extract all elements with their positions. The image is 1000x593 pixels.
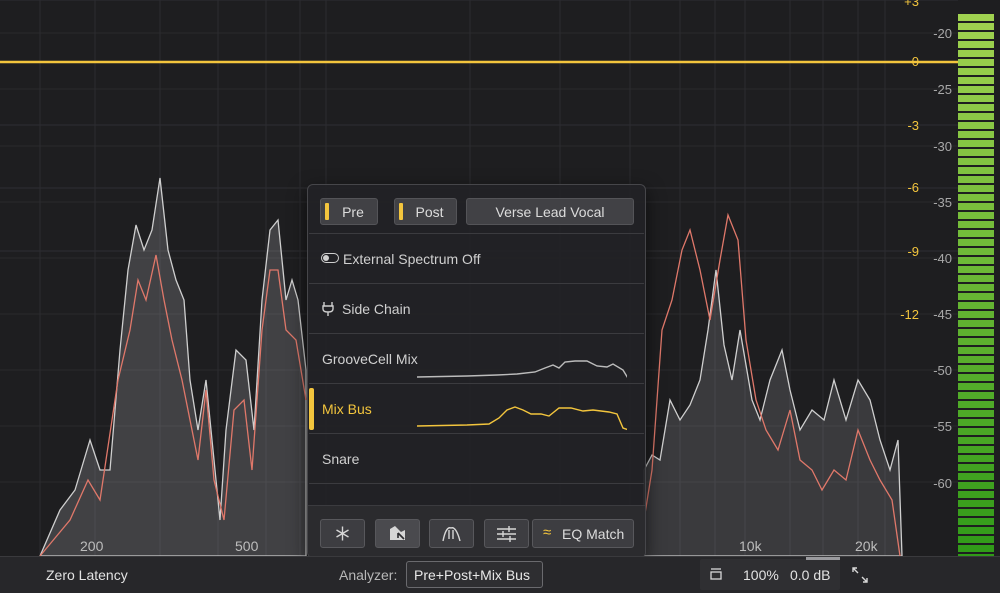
db-label-25: -25 [933, 82, 952, 97]
spectrum-grab-button[interactable] [375, 519, 420, 548]
zero-latency-mode[interactable]: Zero Latency [46, 567, 128, 583]
gain-label-minus6: -6 [907, 180, 919, 195]
bottom-status-bar: Zero Latency Analyzer: Pre+Post+Mix Bus … [0, 556, 1000, 593]
external-spectrum-label: External Spectrum Off [343, 251, 481, 267]
fullscreen-icon[interactable] [851, 566, 869, 584]
side-chain-plug-icon [322, 302, 334, 316]
source-label: Mix Bus [322, 401, 372, 417]
source-item-groovecell-mix[interactable]: GrooveCell Mix [309, 333, 644, 383]
instance-name-label: Verse Lead Vocal [495, 204, 605, 220]
zoom-level[interactable]: 100% [743, 567, 779, 583]
eq-match-icon: ≈ [543, 524, 552, 541]
bottom-right-controls: 100% 0.0 dB [700, 559, 840, 590]
instance-name-field[interactable]: Verse Lead Vocal [466, 198, 634, 225]
freq-label-10k: 10k [739, 538, 762, 554]
analyzer-display[interactable]: 200 500 10k 20k +3 0 -3 -6 -9 -12 -20 -2… [0, 0, 1000, 593]
eq-match-button[interactable]: ≈ EQ Match [532, 519, 634, 548]
source-spectrum-thumbnail [417, 406, 627, 431]
source-item-mix-bus[interactable]: Mix Bus [309, 383, 644, 433]
output-gain[interactable]: 0.0 dB [790, 567, 830, 583]
source-label: GrooveCell Mix [322, 351, 418, 367]
selected-indicator [309, 388, 314, 430]
pre-button[interactable]: Pre [320, 198, 378, 225]
external-spectrum-toggle[interactable]: External Spectrum Off [309, 233, 644, 283]
side-chain-row[interactable]: Side Chain [309, 283, 644, 333]
gain-scale-slider[interactable] [806, 557, 840, 560]
settings-button[interactable] [484, 519, 529, 548]
gain-label-minus12: -12 [900, 307, 919, 322]
gain-label-minus3: -3 [907, 118, 919, 133]
side-chain-label: Side Chain [342, 301, 411, 317]
freq-label-200: 200 [80, 538, 104, 554]
post-label: Post [415, 204, 444, 220]
pre-label: Pre [342, 204, 364, 220]
source-label: Snare [322, 451, 360, 467]
spectrum-grab-icon [390, 526, 405, 540]
post-active-lamp [399, 203, 403, 220]
db-label-55: -55 [933, 419, 952, 434]
collision-icon [442, 527, 461, 542]
db-label-20: -20 [933, 26, 952, 41]
spectrum-grab-panel: Pre Post Verse Lead Vocal External Spect… [307, 184, 646, 558]
settings-sliders-icon [497, 526, 516, 542]
source-spectrum-thumbnail [417, 360, 627, 379]
gain-label-plus3: +3 [904, 0, 919, 9]
collision-detection-button[interactable] [429, 519, 474, 548]
midi-learn-icon[interactable] [710, 568, 722, 580]
pre-active-lamp [325, 203, 329, 220]
freeze-icon [336, 526, 349, 541]
db-label-60: -60 [933, 476, 952, 491]
db-label-40: -40 [933, 251, 952, 266]
db-label-35: -35 [933, 195, 952, 210]
freq-label-500: 500 [235, 538, 259, 554]
freq-label-20k: 20k [855, 538, 878, 554]
eq-match-label: EQ Match [562, 526, 625, 542]
analyzer-label: Analyzer: [339, 567, 398, 583]
output-level-meter [958, 14, 994, 586]
db-label-30: -30 [933, 139, 952, 154]
panel-spacer [309, 483, 644, 505]
post-button[interactable]: Post [394, 198, 457, 225]
freeze-button[interactable] [320, 519, 365, 548]
toggle-icon [321, 253, 339, 263]
analyzer-mode-value: Pre+Post+Mix Bus [414, 567, 530, 583]
source-item-snare[interactable]: Snare [309, 433, 644, 483]
db-label-50: -50 [933, 363, 952, 378]
db-label-45: -45 [933, 307, 952, 322]
analyzer-mode-dropdown[interactable]: Pre+Post+Mix Bus [406, 561, 543, 588]
gain-label-minus9: -9 [907, 244, 919, 259]
gain-label-0: 0 [911, 54, 919, 69]
